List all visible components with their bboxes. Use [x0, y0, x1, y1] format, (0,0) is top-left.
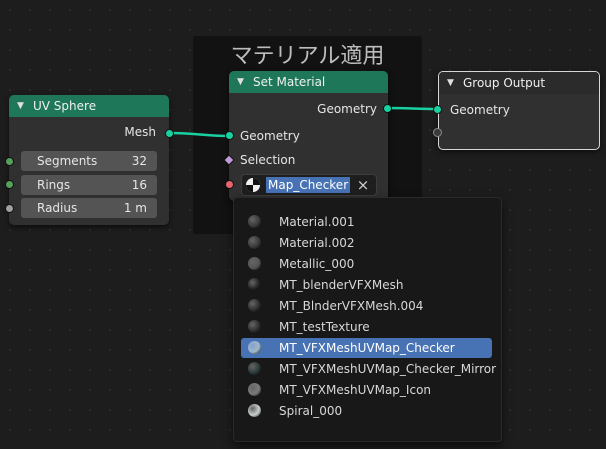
material-option[interactable]: MT_blenderVFXMesh: [241, 275, 492, 295]
set-material-geometry-input-socket[interactable]: [225, 131, 234, 140]
group-output-geometry-label: Geometry: [450, 103, 510, 117]
mesh-output-label: Mesh: [124, 125, 156, 139]
material-preview-icon: [248, 362, 261, 375]
segments-value: 32: [131, 154, 147, 168]
material-option-label: MT_BlnderVFXMesh.004: [279, 299, 424, 313]
material-preview-icon: [248, 383, 261, 396]
material-preview-icon: [248, 404, 261, 417]
clear-material-icon[interactable]: ×: [349, 174, 377, 196]
material-option-label: Spiral_000: [279, 404, 343, 418]
radius-input-socket[interactable]: [5, 204, 14, 213]
segments-input-socket[interactable]: [5, 157, 14, 166]
uv-sphere-title: UV Sphere: [33, 99, 97, 113]
rings-value: 16: [131, 178, 147, 192]
mesh-output-socket[interactable]: [165, 129, 174, 138]
group-output-empty-socket[interactable]: [433, 128, 442, 137]
material-option-label: Material.002: [279, 236, 355, 250]
material-preview-icon: [248, 320, 261, 333]
set-material-header[interactable]: ▼ Set Material: [229, 71, 388, 93]
material-option[interactable]: MT_VFXMeshUVMap_Checker_Mirror: [241, 359, 496, 379]
material-option[interactable]: Material.002: [241, 233, 492, 253]
radius-value: 1 m: [123, 201, 147, 215]
segments-label: Segments: [37, 154, 98, 168]
material-option-selected[interactable]: MT_VFXMeshUVMap_Checker: [241, 338, 492, 358]
material-option[interactable]: MT_testTexture: [241, 317, 492, 337]
group-output-title: Group Output: [463, 76, 546, 90]
material-option-label: Metallic_000: [279, 257, 355, 271]
rings-input-socket[interactable]: [5, 180, 14, 189]
material-name-input[interactable]: Map_Checker: [266, 177, 351, 193]
material-option[interactable]: MT_BlnderVFXMesh.004: [241, 296, 492, 316]
material-option-label: MT_VFXMeshUVMap_Icon: [279, 383, 432, 397]
material-preview-icon: [248, 236, 261, 249]
chevron-down-icon[interactable]: ▼: [17, 101, 27, 111]
material-option[interactable]: Material.001: [241, 212, 492, 232]
material-preview-icon: [248, 257, 261, 270]
material-option-label: MT_blenderVFXMesh: [279, 278, 404, 292]
material-option[interactable]: Spiral_000: [241, 401, 492, 421]
material-input-socket[interactable]: [225, 180, 234, 189]
rings-field[interactable]: Rings 16: [21, 175, 157, 195]
material-dropdown[interactable]: Material.001 Material.002 Metallic_000 M…: [233, 197, 502, 442]
material-sphere-icon: [246, 178, 260, 192]
material-preview-icon: [248, 299, 261, 312]
segments-field[interactable]: Segments 32: [21, 151, 157, 171]
material-preview-icon: [248, 278, 261, 291]
group-output-geometry-socket[interactable]: [433, 105, 442, 114]
material-option[interactable]: Metallic_000: [241, 254, 492, 274]
material-preview-icon: [248, 341, 261, 354]
geometry-output-label: Geometry: [317, 102, 377, 116]
uv-sphere-node[interactable]: ▼ UV Sphere Mesh Segments 32 Rings 16 Ra…: [9, 95, 169, 225]
group-output-header[interactable]: ▼ Group Output: [439, 72, 599, 94]
set-material-geometry-output-socket[interactable]: [383, 104, 392, 113]
material-option[interactable]: MT_VFXMeshUVMap_Icon: [241, 380, 492, 400]
geometry-input-label: Geometry: [240, 129, 300, 143]
radius-label: Radius: [37, 201, 78, 215]
link-geometry-to-output: [386, 106, 438, 111]
group-output-node[interactable]: ▼ Group Output Geometry: [438, 71, 600, 150]
rings-label: Rings: [37, 178, 71, 192]
material-option-label: MT_VFXMeshUVMap_Checker_Mirror: [279, 362, 497, 376]
material-preview-icon: [248, 215, 261, 228]
material-option-label: MT_testTexture: [279, 320, 370, 334]
chevron-down-icon[interactable]: ▼: [447, 78, 457, 88]
chevron-down-icon[interactable]: ▼: [237, 77, 247, 87]
selection-input-label: Selection: [240, 153, 296, 167]
link-mesh-to-geometry: [169, 131, 230, 138]
material-option-label: Material.001: [279, 215, 355, 229]
radius-field[interactable]: Radius 1 m: [21, 198, 157, 218]
material-option-label: MT_VFXMeshUVMap_Checker: [279, 341, 455, 355]
uv-sphere-header[interactable]: ▼ UV Sphere: [9, 95, 169, 117]
set-material-title: Set Material: [253, 75, 326, 89]
